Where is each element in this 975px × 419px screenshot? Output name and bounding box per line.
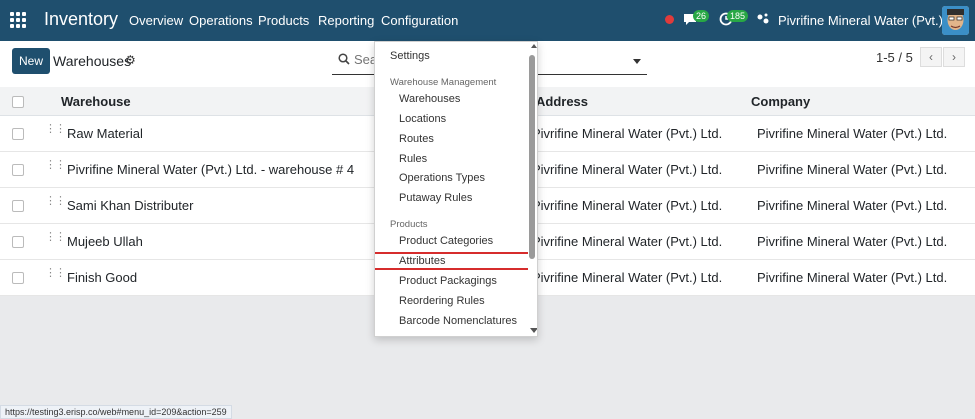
column-header-warehouse[interactable]: Warehouse xyxy=(61,94,131,109)
select-all-checkbox[interactable] xyxy=(12,96,24,108)
drag-handle-icon[interactable]: ⋮⋮ xyxy=(45,268,66,279)
row-checkbox[interactable] xyxy=(12,128,24,140)
menu-item-product-packagings[interactable]: Product Packagings xyxy=(399,275,497,287)
user-avatar[interactable] xyxy=(942,6,969,35)
scroll-down-arrow-icon[interactable] xyxy=(530,328,537,333)
warehouse-cell: Mujeeb Ullah xyxy=(67,234,143,249)
menu-item-operations-types[interactable]: Operations Types xyxy=(399,172,485,184)
menu-overview[interactable]: Overview xyxy=(129,13,183,28)
column-header-address[interactable]: Address xyxy=(536,94,588,109)
company-switch-icon[interactable] xyxy=(756,12,770,26)
pager-next-button[interactable]: › xyxy=(943,47,965,67)
scroll-up-arrow-icon[interactable] xyxy=(531,44,537,48)
new-button[interactable]: New xyxy=(12,48,50,74)
menu-item-rules[interactable]: Rules xyxy=(399,153,427,165)
page-title: Warehouses xyxy=(53,53,132,69)
address-cell: Pivrifine Mineral Water (Pvt.) Ltd. xyxy=(532,270,723,285)
menu-item-settings[interactable]: Settings xyxy=(390,50,430,62)
menu-item-barcode-nomenclatures[interactable]: Barcode Nomenclatures xyxy=(399,315,517,327)
menu-item-product-categories[interactable]: Product Categories xyxy=(399,235,493,247)
warehouse-cell: Pivrifine Mineral Water (Pvt.) Ltd. - wa… xyxy=(67,162,355,177)
section-header-warehouse-management: Warehouse Management xyxy=(390,77,497,88)
activities-count-badge: 185 xyxy=(727,10,749,22)
company-name[interactable]: Pivrifine Mineral Water (Pvt.) Ltd. xyxy=(778,13,968,28)
company-cell: Pivrifine Mineral Water (Pvt.) Ltd. xyxy=(757,270,948,285)
company-cell: Pivrifine Mineral Water (Pvt.) Ltd. xyxy=(757,198,948,213)
menu-configuration[interactable]: Configuration xyxy=(381,13,458,28)
search-icon xyxy=(338,53,350,68)
menu-item-routes[interactable]: Routes xyxy=(399,133,434,145)
drag-handle-icon[interactable]: ⋮⋮ xyxy=(45,160,66,171)
search-options-toggle-icon[interactable] xyxy=(633,59,641,64)
row-checkbox[interactable] xyxy=(12,164,24,176)
address-cell: Pivrifine Mineral Water (Pvt.) Ltd. xyxy=(532,234,723,249)
menu-item-attributes[interactable]: Attributes xyxy=(399,255,445,267)
address-cell: Pivrifine Mineral Water (Pvt.) Ltd. xyxy=(532,198,723,213)
warehouse-cell: Finish Good xyxy=(67,270,138,285)
row-checkbox[interactable] xyxy=(12,236,24,248)
pager-value[interactable]: 1-5 / 5 xyxy=(876,50,913,65)
gear-icon[interactable]: ⚙ xyxy=(125,53,136,67)
warehouse-cell: Sami Khan Distributer xyxy=(67,198,194,213)
row-checkbox[interactable] xyxy=(12,200,24,212)
menu-item-reordering-rules[interactable]: Reordering Rules xyxy=(399,295,485,307)
messages-count-badge: 26 xyxy=(693,10,710,22)
apps-menu-icon[interactable] xyxy=(10,12,26,28)
address-cell: Pivrifine Mineral Water (Pvt.) Ltd. xyxy=(532,126,723,141)
menu-item-warehouses[interactable]: Warehouses xyxy=(399,93,460,105)
top-navbar: Inventory Overview Operations Products R… xyxy=(0,0,975,41)
scrollbar-thumb[interactable] xyxy=(529,55,535,259)
pager-previous-button[interactable]: ‹ xyxy=(920,47,942,67)
drag-handle-icon[interactable]: ⋮⋮ xyxy=(45,196,66,207)
app-title[interactable]: Inventory xyxy=(44,9,118,30)
drag-handle-icon[interactable]: ⋮⋮ xyxy=(45,124,66,135)
row-checkbox[interactable] xyxy=(12,272,24,284)
drag-handle-icon[interactable]: ⋮⋮ xyxy=(45,232,66,243)
company-cell: Pivrifine Mineral Water (Pvt.) Ltd. xyxy=(757,126,948,141)
company-cell: Pivrifine Mineral Water (Pvt.) Ltd. xyxy=(757,162,948,177)
menu-products[interactable]: Products xyxy=(258,13,309,28)
company-cell: Pivrifine Mineral Water (Pvt.) Ltd. xyxy=(757,234,948,249)
address-cell: Pivrifine Mineral Water (Pvt.) Ltd. xyxy=(532,162,723,177)
menu-reporting[interactable]: Reporting xyxy=(318,13,374,28)
menu-item-putaway-rules[interactable]: Putaway Rules xyxy=(399,192,472,204)
warehouse-cell: Raw Material xyxy=(67,126,143,141)
section-header-products: Products xyxy=(390,219,428,230)
status-dot-icon[interactable] xyxy=(665,15,674,24)
status-bar-url: https://testing3.erisp.co/web#menu_id=20… xyxy=(0,405,232,419)
column-header-company[interactable]: Company xyxy=(751,94,810,109)
menu-item-locations[interactable]: Locations xyxy=(399,113,446,125)
menu-operations[interactable]: Operations xyxy=(189,13,253,28)
configuration-dropdown-menu: Settings Warehouse Management Warehouses… xyxy=(374,41,538,337)
